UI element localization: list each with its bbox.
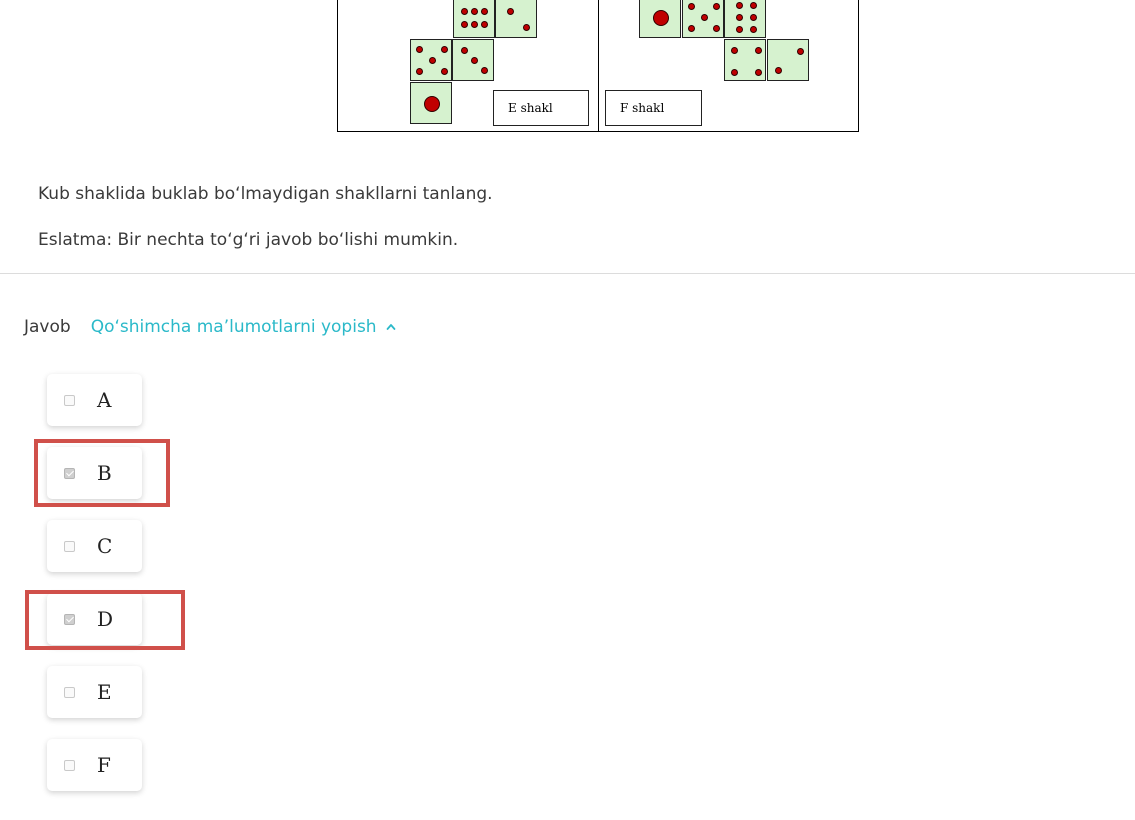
pip (653, 10, 669, 26)
chevron-up-icon (386, 324, 395, 330)
section-divider (0, 273, 1135, 274)
option-a-label: A (97, 388, 112, 412)
net-face (724, 0, 766, 38)
pip (754, 46, 762, 54)
option-f-checkbox[interactable] (64, 759, 75, 771)
option-f-label: F (97, 753, 111, 777)
pip (522, 23, 530, 31)
pip (735, 1, 743, 9)
pip (712, 24, 720, 32)
net-face (453, 0, 495, 38)
pip (480, 66, 488, 74)
question-note: Eslatma: Bir nechta to‘g‘ri javob bo‘lis… (38, 230, 459, 250)
shape-label-f: F shakl (605, 90, 702, 126)
pip (428, 56, 436, 64)
pip (687, 2, 695, 10)
pip (415, 45, 423, 53)
option-c-label: C (97, 534, 113, 558)
pip (796, 47, 804, 55)
pip (424, 96, 440, 112)
option-b-label: B (97, 461, 112, 485)
pip (460, 20, 468, 28)
pip (687, 24, 695, 32)
pip (754, 68, 762, 76)
pip (730, 68, 738, 76)
option-b-checkbox[interactable] (64, 467, 75, 479)
option-a[interactable]: A (47, 374, 142, 426)
toggle-details-link[interactable]: Qo‘shimcha ma’lumotlarni yopish (91, 317, 396, 337)
pip (470, 7, 478, 15)
answer-label: Javob (24, 317, 71, 337)
option-b[interactable]: B (47, 447, 142, 499)
net-face (410, 39, 452, 81)
pip (470, 20, 478, 28)
pip (460, 46, 468, 54)
option-f[interactable]: F (47, 739, 142, 791)
pip (700, 13, 708, 21)
pip (480, 7, 488, 15)
pip (735, 13, 743, 21)
toggle-details-label: Qo‘shimcha ma’lumotlarni yopish (90, 317, 377, 337)
question-text: Kub shaklida buklab bo‘lmaydigan shaklla… (38, 184, 493, 204)
pip (470, 56, 478, 64)
pip (774, 66, 782, 74)
pip (749, 1, 757, 9)
pip (735, 25, 743, 33)
net-face (682, 0, 724, 38)
net-face (639, 0, 681, 38)
pip (440, 67, 448, 75)
net-face (452, 39, 494, 81)
option-c[interactable]: C (47, 520, 142, 572)
option-e[interactable]: E (47, 666, 142, 718)
shape-label-e: E shakl (493, 90, 589, 126)
option-a-checkbox[interactable] (64, 394, 75, 406)
pip (749, 13, 757, 21)
pip (506, 7, 514, 15)
net-face (495, 0, 537, 38)
net-face (724, 39, 766, 81)
cube-nets-figure: E shakl F shakl (337, 0, 859, 132)
pip (749, 25, 757, 33)
pip (460, 7, 468, 15)
figure-divider (598, 0, 599, 131)
option-d-label: D (97, 607, 114, 631)
pip (730, 46, 738, 54)
net-face (767, 39, 809, 81)
answer-header: Javob Qo‘shimcha ma’lumotlarni yopish (24, 317, 396, 337)
pip (415, 67, 423, 75)
pip (712, 2, 720, 10)
option-d-checkbox[interactable] (64, 613, 75, 625)
pip (440, 45, 448, 53)
option-c-checkbox[interactable] (64, 540, 75, 552)
pip (480, 20, 488, 28)
option-e-checkbox[interactable] (64, 686, 75, 698)
option-d[interactable]: D (47, 593, 142, 645)
option-e-label: E (97, 680, 112, 704)
net-face (410, 82, 452, 124)
